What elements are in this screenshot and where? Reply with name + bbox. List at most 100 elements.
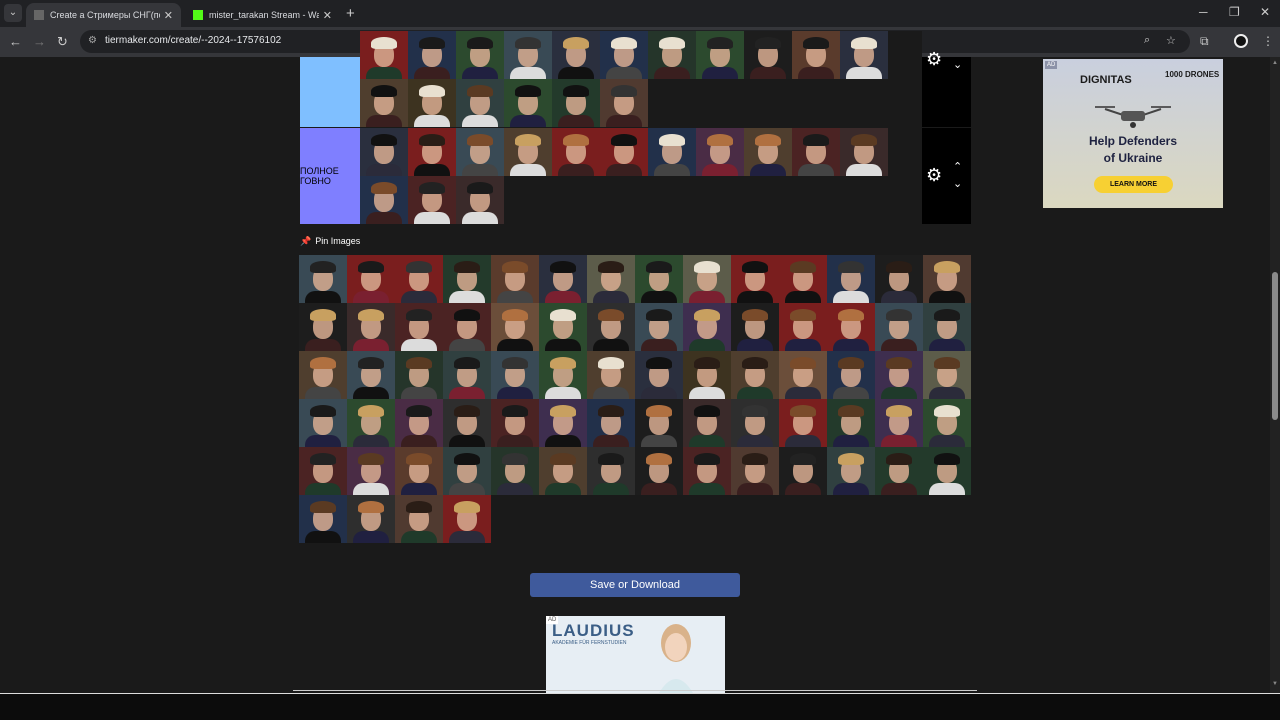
forward-icon[interactable]: → (33, 34, 46, 49)
streamer-thumbnail[interactable] (683, 303, 731, 351)
learn-more-button[interactable]: LEARN MORE (1094, 176, 1173, 193)
streamer-thumbnail[interactable] (456, 128, 504, 176)
streamer-thumbnail[interactable] (587, 303, 635, 351)
scroll-up-icon[interactable]: ▲ (1272, 60, 1278, 66)
streamer-thumbnail[interactable] (299, 399, 347, 447)
streamer-thumbnail[interactable] (875, 447, 923, 495)
streamer-thumbnail[interactable] (360, 79, 408, 127)
streamer-thumbnail[interactable] (923, 255, 971, 303)
streamer-thumbnail[interactable] (539, 399, 587, 447)
bookmark-star-icon[interactable]: ☆ (1166, 34, 1176, 47)
bottom-ad[interactable]: LAUDIUS AKADEMIE FÜR FERNSTUDIEN AD (546, 616, 725, 693)
streamer-thumbnail[interactable] (923, 447, 971, 495)
close-window-icon[interactable]: ✕ (1260, 5, 1270, 19)
streamer-thumbnail[interactable] (539, 447, 587, 495)
reload-icon[interactable]: ↻ (57, 34, 68, 50)
close-tab-icon[interactable]: ✕ (164, 9, 173, 22)
streamer-thumbnail[interactable] (360, 128, 408, 176)
streamer-thumbnail[interactable] (299, 255, 347, 303)
streamer-thumbnail[interactable] (744, 31, 792, 79)
streamer-thumbnail[interactable] (587, 351, 635, 399)
streamer-thumbnail[interactable] (299, 447, 347, 495)
streamer-thumbnail[interactable] (683, 447, 731, 495)
scroll-down-icon[interactable]: ▼ (1272, 681, 1278, 687)
streamer-thumbnail[interactable] (443, 495, 491, 543)
streamer-thumbnail[interactable] (696, 31, 744, 79)
streamer-thumbnail[interactable] (827, 399, 875, 447)
streamer-thumbnail[interactable] (779, 351, 827, 399)
streamer-thumbnail[interactable] (731, 447, 779, 495)
side-ad[interactable]: AD DIGNITAS 1000 DRONES Help Defenders o… (1043, 59, 1223, 208)
tier-settings-gear-icon[interactable]: ⚙ (926, 49, 942, 70)
streamer-thumbnail[interactable] (683, 255, 731, 303)
streamer-thumbnail[interactable] (347, 255, 395, 303)
scroll-thumb[interactable] (1272, 272, 1278, 420)
streamer-thumbnail[interactable] (648, 31, 696, 79)
streamer-thumbnail[interactable] (635, 255, 683, 303)
move-tier-down-icon[interactable]: ⌄ (953, 58, 962, 71)
tab-search-button[interactable]: ⌄ (4, 4, 22, 22)
streamer-thumbnail[interactable] (504, 31, 552, 79)
streamer-thumbnail[interactable] (395, 351, 443, 399)
streamer-thumbnail[interactable] (299, 303, 347, 351)
streamer-thumbnail[interactable] (456, 31, 504, 79)
menu-icon[interactable]: ⋮ (1262, 34, 1274, 48)
restore-icon[interactable]: ❐ (1229, 5, 1240, 19)
streamer-thumbnail[interactable] (552, 79, 600, 127)
streamer-thumbnail[interactable] (923, 351, 971, 399)
streamer-thumbnail[interactable] (779, 303, 827, 351)
streamer-thumbnail[interactable] (347, 495, 395, 543)
streamer-thumbnail[interactable] (744, 128, 792, 176)
streamer-thumbnail[interactable] (840, 31, 888, 79)
streamer-thumbnail[interactable] (408, 31, 456, 79)
streamer-thumbnail[interactable] (923, 399, 971, 447)
streamer-thumbnail[interactable] (731, 351, 779, 399)
streamer-thumbnail[interactable] (779, 447, 827, 495)
streamer-thumbnail[interactable] (875, 255, 923, 303)
streamer-thumbnail[interactable] (840, 128, 888, 176)
streamer-thumbnail[interactable] (347, 399, 395, 447)
streamer-thumbnail[interactable] (456, 176, 504, 224)
tier-label[interactable] (300, 57, 360, 127)
streamer-thumbnail[interactable] (504, 79, 552, 127)
streamer-thumbnail[interactable] (875, 303, 923, 351)
move-tier-up-icon[interactable]: ⌃ (953, 160, 962, 173)
streamer-thumbnail[interactable] (443, 447, 491, 495)
streamer-thumbnail[interactable] (875, 399, 923, 447)
streamer-thumbnail[interactable] (491, 351, 539, 399)
streamer-thumbnail[interactable] (827, 351, 875, 399)
page-scrollbar[interactable]: ▲ ▼ (1270, 57, 1280, 693)
minimize-icon[interactable]: ─ (1199, 5, 1208, 19)
streamer-thumbnail[interactable] (552, 128, 600, 176)
streamer-thumbnail[interactable] (587, 255, 635, 303)
streamer-thumbnail[interactable] (395, 303, 443, 351)
streamer-thumbnail[interactable] (792, 128, 840, 176)
streamer-thumbnail[interactable] (635, 351, 683, 399)
back-icon[interactable]: ← (9, 34, 22, 49)
streamer-thumbnail[interactable] (696, 128, 744, 176)
streamer-thumbnail[interactable] (552, 31, 600, 79)
streamer-thumbnail[interactable] (443, 399, 491, 447)
streamer-thumbnail[interactable] (539, 255, 587, 303)
streamer-thumbnail[interactable] (779, 255, 827, 303)
extensions-icon[interactable]: ⧉ (1200, 34, 1209, 49)
streamer-thumbnail[interactable] (443, 255, 491, 303)
profile-avatar[interactable] (1234, 34, 1248, 48)
streamer-thumbnail[interactable] (635, 303, 683, 351)
streamer-thumbnail[interactable] (443, 351, 491, 399)
streamer-thumbnail[interactable] (683, 399, 731, 447)
streamer-thumbnail[interactable] (491, 399, 539, 447)
streamer-thumbnail[interactable] (408, 79, 456, 127)
streamer-thumbnail[interactable] (395, 399, 443, 447)
streamer-thumbnail[interactable] (683, 351, 731, 399)
streamer-thumbnail[interactable] (408, 176, 456, 224)
streamer-thumbnail[interactable] (600, 128, 648, 176)
move-tier-down-icon[interactable]: ⌄ (953, 177, 962, 190)
pin-images-toggle[interactable]: 📌 Pin Images (300, 236, 360, 247)
streamer-thumbnail[interactable] (347, 351, 395, 399)
new-tab-icon[interactable]: + (346, 5, 355, 22)
streamer-thumbnail[interactable] (395, 255, 443, 303)
streamer-thumbnail[interactable] (443, 303, 491, 351)
streamer-thumbnail[interactable] (587, 399, 635, 447)
tab-kick-stream[interactable]: mister_tarakan Stream - Watch ✕ (185, 3, 340, 27)
